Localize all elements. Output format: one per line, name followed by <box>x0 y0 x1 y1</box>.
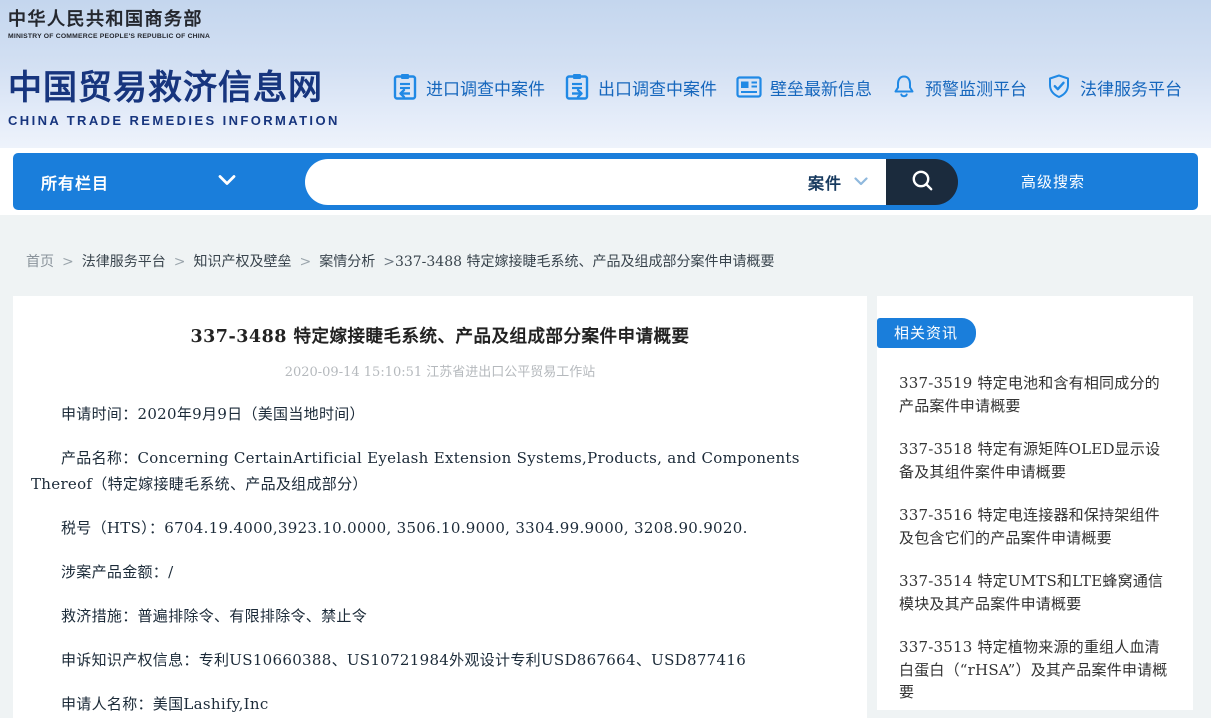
clipboard-export-icon <box>562 72 592 102</box>
article-paragraph: 产品名称：Concerning CertainArtificial Eyelas… <box>31 445 812 497</box>
nav-label: 预警监测平台 <box>925 75 1027 100</box>
search-bar: 所有栏目 案件 <box>13 153 1198 210</box>
site-logo[interactable]: 中国贸易救济信息网 CHINA TRADE REMEDIES INFORMATI… <box>8 60 340 128</box>
related-news-card: 相关资讯 337-3519 特定电池和含有相同成分的产品案件申请概要 337-3… <box>877 296 1193 710</box>
nav-item-barrier-news[interactable]: 壁垒最新信息 <box>734 72 872 102</box>
breadcrumb-item-legal[interactable]: 法律服务平台 <box>82 254 166 270</box>
scope-select[interactable]: 案件 <box>808 170 886 194</box>
search-input[interactable] <box>305 159 808 205</box>
article-paragraph: 申请人名称：美国Lashify,Inc <box>31 691 812 717</box>
magnifier-icon <box>909 167 936 197</box>
quick-nav: 进口调查中案件 出口调查中案件 <box>390 72 1182 102</box>
breadcrumb-item-ip-barrier[interactable]: 知识产权及壁垒 <box>193 254 291 270</box>
page: 中华人民共和国商务部 MINISTRY OF COMMERCE PEOPLE'S… <box>0 0 1211 718</box>
search-input-wrap: 案件 <box>305 159 886 205</box>
bell-icon <box>889 72 919 102</box>
related-news-item[interactable]: 337-3518 特定有源矩阵OLED显示设备及其组件案件申请概要 <box>899 438 1175 483</box>
breadcrumb-separator: > <box>383 254 395 270</box>
nav-label: 壁垒最新信息 <box>770 75 872 100</box>
site-logo-en: CHINA TRADE REMEDIES INFORMATION <box>8 113 340 128</box>
article-paragraph: 涉案产品金额：/ <box>31 559 812 585</box>
search-button[interactable] <box>886 159 958 205</box>
article-body: 申请时间：2020年9月9日（美国当地时间） 产品名称：Concerning C… <box>13 401 867 717</box>
article-paragraph: 申请时间：2020年9月9日（美国当地时间） <box>31 401 812 427</box>
article-paragraph: 救济措施：普遍排除令、有限排除令、禁止令 <box>31 603 812 629</box>
nav-item-import-cases[interactable]: 进口调查中案件 <box>390 72 545 102</box>
article-meta: 2020-09-14 15:10:51 江苏省进出口公平贸易工作站 <box>13 361 867 380</box>
article-paragraph: 税号（HTS）：6704.19.4000,3923.10.0000, 3506.… <box>31 515 812 541</box>
ministry-title-cn: 中华人民共和国商务部 <box>8 5 210 31</box>
breadcrumb: 首页 > 法律服务平台 > 知识产权及壁垒 > 案情分析 >337-3488 特定嫁接睫毛系统… <box>26 251 1191 271</box>
shield-check-icon <box>1044 72 1074 102</box>
article-title: 337-3488 特定嫁接睫毛系统、产品及组成部分案件申请概要 <box>13 323 867 348</box>
related-news-tag: 相关资讯 <box>877 318 976 348</box>
related-news-item[interactable]: 337-3513 特定植物来源的重组人血清白蛋白（“rHSA”）及其产品案件申请… <box>899 636 1175 704</box>
breadcrumb-item-home[interactable]: 首页 <box>26 254 54 270</box>
breadcrumb-item-case-analysis[interactable]: 案情分析 <box>319 254 375 270</box>
nav-item-export-cases[interactable]: 出口调查中案件 <box>562 72 717 102</box>
site-logo-cn: 中国贸易救济信息网 <box>8 60 340 109</box>
ministry-block: 中华人民共和国商务部 MINISTRY OF COMMERCE PEOPLE'S… <box>8 5 210 40</box>
chevron-down-icon <box>218 173 236 191</box>
related-news-item[interactable]: 337-3516 特定电连接器和保持架组件及包含它们的产品案件申请概要 <box>899 504 1175 549</box>
breadcrumb-separator: > <box>174 254 186 270</box>
advanced-search-link[interactable]: 高级搜索 <box>1021 153 1085 210</box>
chevron-down-icon <box>854 173 868 191</box>
category-select-label: 所有栏目 <box>41 170 109 194</box>
breadcrumb-separator: > <box>299 254 311 270</box>
related-news-item[interactable]: 337-3514 特定UMTS和LTE蜂窝通信模块及其产品案件申请概要 <box>899 570 1175 615</box>
article-paragraph: 申诉知识产权信息：专利US10660388、US10721984外观设计专利US… <box>31 647 812 673</box>
breadcrumb-current: 337-3488 特定嫁接睫毛系统、产品及组成部分案件申请概要 <box>395 254 775 270</box>
nav-label: 出口调查中案件 <box>598 75 717 100</box>
nav-label: 法律服务平台 <box>1080 75 1182 100</box>
scope-select-label: 案件 <box>808 170 842 194</box>
nav-item-warning-platform[interactable]: 预警监测平台 <box>889 72 1027 102</box>
category-select[interactable]: 所有栏目 <box>41 153 236 210</box>
nav-label: 进口调查中案件 <box>426 75 545 100</box>
site-header: 中华人民共和国商务部 MINISTRY OF COMMERCE PEOPLE'S… <box>0 0 1211 148</box>
article-card: 337-3488 特定嫁接睫毛系统、产品及组成部分案件申请概要 2020-09-… <box>13 296 867 718</box>
nav-item-legal-platform[interactable]: 法律服务平台 <box>1044 72 1182 102</box>
related-news-list: 337-3519 特定电池和含有相同成分的产品案件申请概要 337-3518 特… <box>877 372 1193 704</box>
search-row: 所有栏目 案件 <box>0 148 1211 215</box>
clipboard-import-icon <box>390 72 420 102</box>
ministry-title-en: MINISTRY OF COMMERCE PEOPLE'S REPUBLIC O… <box>8 33 210 40</box>
related-news-item[interactable]: 337-3519 特定电池和含有相同成分的产品案件申请概要 <box>899 372 1175 417</box>
breadcrumb-separator: > <box>62 254 74 270</box>
newspaper-icon <box>734 72 764 102</box>
